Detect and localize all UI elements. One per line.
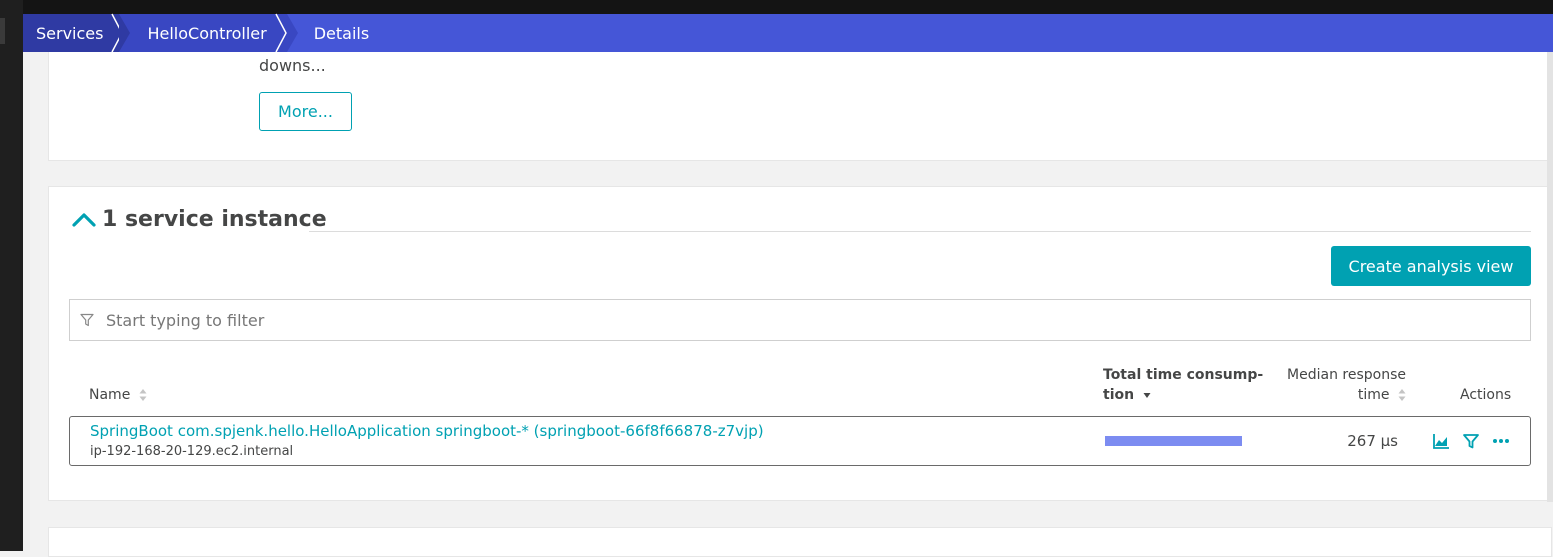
- chart-icon[interactable]: [1431, 431, 1451, 451]
- description-text: downs...: [259, 56, 326, 75]
- more-button[interactable]: More...: [259, 92, 352, 131]
- left-side-strip: [0, 0, 23, 551]
- table-row[interactable]: SpringBoot com.spjenk.hello.HelloApplica…: [69, 416, 1531, 466]
- filter-icon: [80, 313, 94, 327]
- scrollbar[interactable]: [1547, 52, 1553, 502]
- filter-placeholder: Start typing to filter: [106, 310, 265, 330]
- sort-icon: [1398, 389, 1406, 401]
- filter-input[interactable]: Start typing to filter: [69, 299, 1531, 341]
- next-section-card: [48, 527, 1552, 557]
- column-header-name-label: Name: [89, 387, 131, 403]
- side-handle[interactable]: [0, 18, 5, 44]
- section-header[interactable]: 1 service instance: [71, 207, 327, 232]
- sort-icon: [139, 389, 147, 401]
- create-analysis-view-button[interactable]: Create analysis view: [1331, 246, 1531, 286]
- column-header-name[interactable]: Name: [89, 385, 147, 405]
- section-title: 1 service instance: [102, 207, 327, 232]
- column-header-median-label-2: time: [1357, 387, 1390, 403]
- column-header-median-label: Median response: [1287, 367, 1406, 383]
- column-header-actions: Actions: [1460, 387, 1512, 403]
- breadcrumb-item-details: Details: [313, 23, 370, 43]
- column-header-total-time-label: Total time consump-: [1103, 367, 1264, 383]
- column-header-median[interactable]: Median response time: [1286, 365, 1406, 405]
- service-instance-link[interactable]: SpringBoot com.spjenk.hello.HelloApplica…: [90, 422, 764, 440]
- total-time-bar: [1105, 436, 1242, 446]
- instance-host: ip-192-168-20-129.ec2.internal: [90, 444, 294, 459]
- column-header-total-time[interactable]: Total time consump- tion: [1103, 365, 1263, 405]
- service-instances-card: 1 service instance Create analysis view …: [48, 186, 1552, 501]
- filter-icon[interactable]: [1461, 431, 1481, 451]
- chevron-up-icon[interactable]: [71, 209, 97, 231]
- breadcrumb-item-hellocontroller[interactable]: HelloController: [119, 14, 299, 52]
- sort-descending-icon: [1143, 393, 1151, 398]
- description-card: downs... More...: [48, 52, 1552, 161]
- column-header-total-time-label-2: tion: [1103, 387, 1135, 403]
- window-top-strip: [0, 0, 1553, 14]
- median-response-time: 267 µs: [1347, 432, 1398, 450]
- breadcrumb: Services HelloController Details: [23, 14, 1553, 52]
- breadcrumb-item-services[interactable]: Services: [23, 14, 131, 52]
- section-divider: [309, 231, 1531, 232]
- more-horizontal-icon[interactable]: [1491, 431, 1511, 451]
